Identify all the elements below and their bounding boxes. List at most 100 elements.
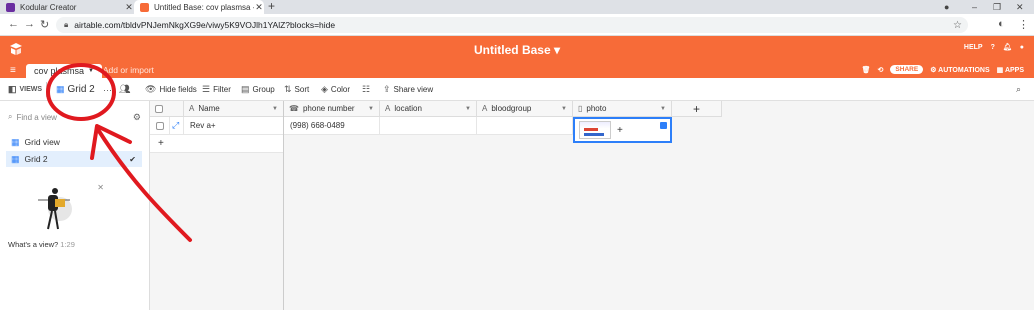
column-header-location[interactable]: A location ▼	[380, 101, 477, 117]
collaborators-icon[interactable]: 👥︎	[119, 78, 130, 101]
attachment-type-icon: ▯	[578, 104, 583, 113]
app-header: Untitled Base ▾ HELP ? 🔔︎ ●	[0, 36, 1034, 63]
group-button[interactable]: ▤ Group	[241, 78, 275, 101]
browser-tab-airtable[interactable]: Untitled Base: cov plasmsa - Airt ✕	[134, 0, 264, 14]
column-header-name[interactable]: A Name ▼	[184, 101, 284, 117]
profile-dot-icon[interactable]: ●	[944, 0, 949, 14]
trash-icon[interactable]: 🗑︎	[862, 66, 871, 74]
sidebar-item-grid-2[interactable]: ▦ Grid 2 ✔	[6, 151, 142, 167]
find-view-input[interactable]: ⌕ Find a view ⚙︎	[8, 109, 141, 125]
hamburger-menu-icon[interactable]: ≡	[10, 65, 16, 76]
window-close-button[interactable]: ✕	[1016, 0, 1024, 14]
chevron-down-icon[interactable]: ▼	[368, 106, 374, 112]
sort-label: Sort	[294, 85, 310, 94]
column-header-phone-number[interactable]: ☎ phone number ▼	[284, 101, 380, 117]
chevron-down-icon[interactable]: ▼	[561, 106, 567, 112]
add-attachment-icon[interactable]: +	[617, 125, 623, 136]
name-cell[interactable]: Rev a+	[184, 117, 284, 135]
filter-button[interactable]: ☰ Filter	[202, 78, 231, 101]
row-height-button[interactable]: ☷	[362, 78, 370, 101]
apps-label: APPS	[1004, 66, 1024, 74]
url-text: airtable.com/tbldvPNJemNkgXG9e/viwy5K9VO…	[74, 20, 336, 30]
chevron-down-icon[interactable]: ▼	[465, 106, 471, 112]
photo-cell[interactable]: +	[573, 117, 672, 143]
kodular-favicon-icon	[6, 2, 15, 12]
data-grid: A Name ▼ ☎ phone number ▼ A location ▼ A…	[150, 101, 1034, 310]
tablebar-right-controls: 🗑︎ ⟲ SHARE ⚙︎ AUTOMATIONS ▦ APPS	[862, 65, 1024, 74]
apps-button[interactable]: ▦ APPS	[997, 66, 1024, 74]
sidebar-toggle-icon: ◧	[8, 84, 17, 94]
views-toggle-button[interactable]: ◧ VIEWS	[8, 78, 42, 101]
find-view-placeholder: Find a view	[16, 112, 57, 122]
paint-bucket-icon: ◈	[321, 84, 328, 94]
phone-type-icon: ☎	[289, 104, 299, 113]
row-checkbox-cell[interactable]	[150, 117, 170, 135]
grid-icon: ▦	[11, 153, 20, 164]
close-icon[interactable]: ✕	[97, 183, 104, 192]
address-bar-row: ← → ↻ 🔒︎ airtable.com/tbldvPNJemNkgXG9e/…	[0, 14, 1034, 36]
forward-arrow-icon[interactable]: →	[24, 18, 35, 30]
table-tabs-bar: ≡ cov plasmsa ▼ + Add or import 🗑︎ ⟲ SHA…	[0, 63, 1034, 78]
user-avatar-icon[interactable]: ●	[1020, 44, 1024, 51]
automations-button[interactable]: ⚙︎ AUTOMATIONS	[930, 66, 989, 74]
help-icon[interactable]: ?	[991, 44, 995, 51]
reload-icon[interactable]: ↻	[40, 18, 49, 31]
eye-icon: 👁︎	[145, 84, 157, 94]
color-button[interactable]: ◈ Color	[321, 78, 350, 101]
expand-record-icon[interactable]: ⤢	[170, 117, 184, 135]
column-header-bloodgroup[interactable]: A bloodgroup ▼	[477, 101, 573, 117]
bookmark-star-icon[interactable]: ☆	[953, 20, 962, 31]
row-height-icon: ☷	[362, 84, 371, 94]
new-tab-button[interactable]: +	[268, 0, 275, 14]
column-header-label: location	[394, 104, 422, 113]
share-view-button[interactable]: ⇪ Share view	[383, 78, 433, 101]
back-arrow-icon[interactable]: ←	[8, 18, 19, 30]
tutorial-caption[interactable]: What's a view? 1:29	[8, 240, 75, 249]
add-field-button[interactable]: +	[672, 101, 722, 117]
location-cell[interactable]	[380, 117, 477, 135]
select-all-checkbox-cell[interactable]	[150, 101, 184, 117]
add-or-import-button[interactable]: + Add or import	[96, 65, 154, 75]
browser-tab-kodular[interactable]: Kodular Creator ✕	[0, 0, 134, 14]
sidebar-item-label: Grid view	[24, 137, 60, 147]
view-more-icon[interactable]: ···	[103, 78, 112, 101]
airtable-favicon-icon	[140, 2, 149, 12]
view-tutorial-video[interactable]: ✕	[8, 183, 104, 235]
chevron-down-icon[interactable]: ▼	[660, 106, 666, 112]
sort-button[interactable]: ⇅ Sort	[284, 78, 309, 101]
column-header-photo[interactable]: ▯ photo ▼	[573, 101, 672, 117]
minimize-button[interactable]: –	[972, 0, 977, 14]
hide-fields-label: Hide fields	[159, 85, 197, 94]
chevron-down-icon[interactable]: ▼	[272, 106, 278, 112]
sidebar-item-label: Grid 2	[24, 154, 48, 164]
phone-number-cell[interactable]: (998) 668-0489	[284, 117, 380, 135]
table-tab-label: cov plasmsa	[34, 66, 85, 76]
chevron-down-icon: ▼	[88, 68, 94, 74]
browser-menu-icon[interactable]: ⋮	[1018, 18, 1029, 31]
bell-icon[interactable]: 🔔︎	[1003, 43, 1012, 51]
share-button[interactable]: SHARE	[890, 65, 924, 74]
url-field[interactable]: 🔒︎ airtable.com/tbldvPNJemNkgXG9e/viwy5K…	[56, 17, 968, 33]
table-tab-cov-plasmsa[interactable]: cov plasmsa ▼	[26, 64, 102, 78]
select-all-checkbox[interactable]	[155, 104, 163, 113]
row-checkbox[interactable]	[156, 121, 164, 130]
checkmark-icon: ✔	[129, 154, 136, 164]
history-icon[interactable]: ⟲	[878, 66, 884, 74]
close-icon[interactable]: ✕	[124, 2, 134, 13]
restore-button[interactable]: ❐	[993, 0, 1001, 14]
hide-fields-button[interactable]: 👁︎ Hide fields	[145, 78, 197, 101]
bloodgroup-cell[interactable]	[477, 117, 573, 135]
add-row-button[interactable]: +	[150, 135, 284, 153]
attachment-thumbnail[interactable]	[579, 121, 611, 139]
close-icon[interactable]: ✕	[254, 2, 264, 13]
help-link[interactable]: HELP	[964, 44, 983, 51]
headset-icon[interactable]: ◐	[998, 18, 1005, 30]
sidebar-item-grid-view[interactable]: ▦ Grid view	[6, 134, 142, 150]
current-view-name[interactable]: ▦ Grid 2	[56, 78, 95, 101]
gear-icon[interactable]: ⚙︎	[133, 112, 141, 123]
search-icon[interactable]: ⌕	[1016, 78, 1021, 101]
tutorial-title: What's a view?	[8, 240, 59, 249]
add-or-import-label: Add or import	[102, 65, 154, 75]
base-title[interactable]: Untitled Base ▾	[0, 43, 1034, 57]
header-right-controls: HELP ? 🔔︎ ●	[964, 43, 1024, 52]
